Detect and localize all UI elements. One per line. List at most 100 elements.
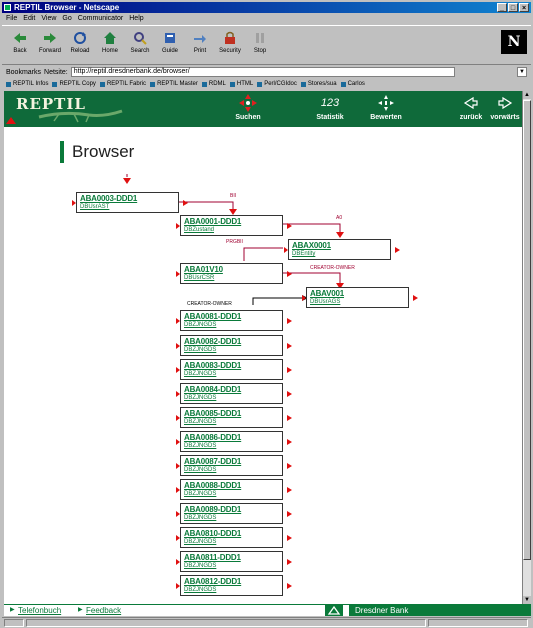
node-id-link[interactable]: ABA0088-DDD1 [184, 481, 241, 490]
menu-view[interactable]: View [41, 14, 56, 24]
node-box[interactable]: ABA0084-DDD1 DBZJNGDS [180, 383, 283, 404]
node-expand-arrow-icon[interactable] [287, 487, 292, 493]
scroll-up-icon[interactable]: ▲ [523, 91, 531, 99]
node-expand-arrow-icon[interactable] [287, 318, 292, 324]
link-label-creator-owner-2[interactable]: CREATOR-OWNER [187, 301, 232, 307]
link-label-a0[interactable]: A0 [336, 215, 342, 221]
bookmark-html[interactable]: HTML [229, 79, 253, 90]
node-type-link[interactable]: DBUsrAST [80, 204, 109, 210]
footer-link-feedback[interactable]: Feedback [78, 606, 121, 615]
node-id-link[interactable]: ABAX0001 [292, 241, 331, 250]
node-type-link[interactable]: DBZJNGDS [184, 371, 216, 377]
node-expand-arrow-icon[interactable] [287, 415, 292, 421]
node-id-link[interactable]: ABA0001-DDD1 [184, 217, 241, 226]
node-expand-arrow-icon[interactable] [287, 343, 292, 349]
node-id-link[interactable]: ABA0003-DDD1 [80, 194, 137, 203]
node-box[interactable]: ABA0812-DDD1 DBZJNGDS [180, 575, 283, 596]
node-id-link[interactable]: ABA0810-DDD1 [184, 529, 241, 538]
back-button[interactable]: Back [6, 30, 34, 62]
node-expand-arrow-icon[interactable] [287, 583, 292, 589]
node-box[interactable]: ABA0083-DDD1 DBZJNGDS [180, 359, 283, 380]
node-id-link[interactable]: ABA0811-DDD1 [184, 553, 241, 562]
node-type-link[interactable]: DBZJNGDS [184, 443, 216, 449]
close-button[interactable]: × [519, 3, 529, 12]
node-expand-arrow-icon[interactable] [395, 247, 400, 253]
node-expand-arrow-icon[interactable] [183, 200, 188, 206]
node-type-link[interactable]: DBZJNGDS [184, 515, 216, 521]
node-box[interactable]: ABA0081-DDD1 DBZJNGDS [180, 310, 283, 331]
node-box[interactable]: ABA0086-DDD1 DBZJNGDS [180, 431, 283, 452]
node-type-link[interactable]: DBZJNGDS [184, 419, 216, 425]
node-type-link[interactable]: DBZJNGDS [184, 491, 216, 497]
node-id-link[interactable]: ABA0085-DDD1 [184, 409, 241, 418]
bookmark-stores[interactable]: Stores/sua [300, 79, 337, 90]
menu-edit[interactable]: Edit [23, 14, 35, 24]
bookmark-carlos[interactable]: Carlos [340, 79, 365, 90]
node-type-link[interactable]: DBZJNGDS [184, 347, 216, 353]
url-dropdown-icon[interactable]: ▼ [517, 67, 527, 77]
node-type-link[interactable]: DBUsrCSR [184, 275, 214, 281]
node-box[interactable]: ABA0089-DDD1 DBZJNGDS [180, 503, 283, 524]
node-expand-arrow-icon[interactable] [287, 271, 292, 277]
node-expand-arrow-icon[interactable] [287, 535, 292, 541]
node-expand-arrow-icon[interactable] [287, 463, 292, 469]
bookmark-reptil-fabric[interactable]: REPTIL Fabric [99, 79, 146, 90]
node-box[interactable]: ABAX0001 DBEntity [288, 239, 391, 260]
node-id-link[interactable]: ABA0087-DDD1 [184, 457, 241, 466]
link-label-bii[interactable]: BII [230, 193, 236, 199]
node-type-link[interactable]: DBZJNGDS [184, 539, 216, 545]
reload-button[interactable]: Reload [66, 30, 94, 62]
menu-communicator[interactable]: Communicator [78, 14, 124, 24]
footer-link-telefonbuch[interactable]: Telefonbuch [10, 606, 61, 615]
node-box[interactable]: ABA0811-DDD1 DBZJNGDS [180, 551, 283, 572]
security-button[interactable]: Security [216, 30, 244, 62]
node-type-link[interactable]: DBZJNGDS [184, 322, 216, 328]
node-type-link[interactable]: DBZJNGDS [184, 563, 216, 569]
bookmarks-button[interactable]: Bookmarks [6, 69, 41, 76]
node-box[interactable]: ABA0087-DDD1 DBZJNGDS [180, 455, 283, 476]
node-type-link[interactable]: DBZJNGDS [184, 395, 216, 401]
node-id-link[interactable]: ABA0089-DDD1 [184, 505, 241, 514]
node-id-link[interactable]: ABAV001 [310, 289, 344, 298]
node-expand-arrow-icon[interactable] [287, 391, 292, 397]
node-type-link[interactable]: DBZJNGDS [184, 467, 216, 473]
scroll-thumb[interactable] [523, 100, 531, 560]
node-id-link[interactable]: ABA0081-DDD1 [184, 312, 241, 321]
home-button[interactable]: Home [96, 30, 124, 62]
bookmark-perl[interactable]: Perl/CGIdoc [257, 79, 297, 90]
node-box[interactable]: ABA0001-DDD1 DBZustand [180, 215, 283, 236]
print-button[interactable]: Print [186, 30, 214, 62]
node-id-link[interactable]: ABA0812-DDD1 [184, 577, 241, 586]
menu-file[interactable]: File [6, 14, 17, 24]
node-expand-arrow-icon[interactable] [413, 295, 418, 301]
node-box[interactable]: ABA0810-DDD1 DBZJNGDS [180, 527, 283, 548]
node-box[interactable]: ABA0082-DDD1 DBZJNGDS [180, 335, 283, 356]
node-id-link[interactable]: ABA0084-DDD1 [184, 385, 241, 394]
status-components[interactable] [428, 619, 528, 627]
node-expand-arrow-icon[interactable] [287, 559, 292, 565]
node-id-link[interactable]: ABA0082-DDD1 [184, 337, 241, 346]
link-label-creator-owner-1[interactable]: CREATOR-OWNER [310, 265, 355, 271]
node-expand-arrow-icon[interactable] [287, 439, 292, 445]
node-type-link[interactable]: DBZJNGDS [184, 587, 216, 593]
maximize-button[interactable]: □ [508, 3, 518, 12]
stop-button[interactable]: Stop [246, 30, 274, 62]
menu-go[interactable]: Go [62, 14, 71, 24]
node-expand-arrow-icon[interactable] [287, 511, 292, 517]
scroll-down-icon[interactable]: ▼ [523, 596, 531, 604]
vertical-scrollbar[interactable]: ▲ ▼ [522, 91, 531, 604]
menu-help[interactable]: Help [129, 14, 143, 24]
node-box[interactable]: ABA01V10 DBUsrCSR [180, 263, 283, 284]
search-button[interactable]: Search [126, 30, 154, 62]
bookmark-rdml[interactable]: RDML [201, 79, 226, 90]
node-box[interactable]: ABA0088-DDD1 DBZJNGDS [180, 479, 283, 500]
node-id-link[interactable]: ABA0083-DDD1 [184, 361, 241, 370]
node-box[interactable]: ABAV001 DBUsrAGS [306, 287, 409, 308]
node-id-link[interactable]: ABA0086-DDD1 [184, 433, 241, 442]
bookmark-reptil-infos[interactable]: REPTIL Infos [6, 79, 48, 90]
url-input[interactable]: http://reptil.dresdnerbank.de/browser/ [70, 67, 455, 77]
node-box[interactable]: ABA0085-DDD1 DBZJNGDS [180, 407, 283, 428]
minimize-button[interactable]: _ [497, 3, 507, 12]
bookmark-reptil-copy[interactable]: REPTIL Copy [52, 79, 96, 90]
node-id-link[interactable]: ABA01V10 [184, 265, 223, 274]
